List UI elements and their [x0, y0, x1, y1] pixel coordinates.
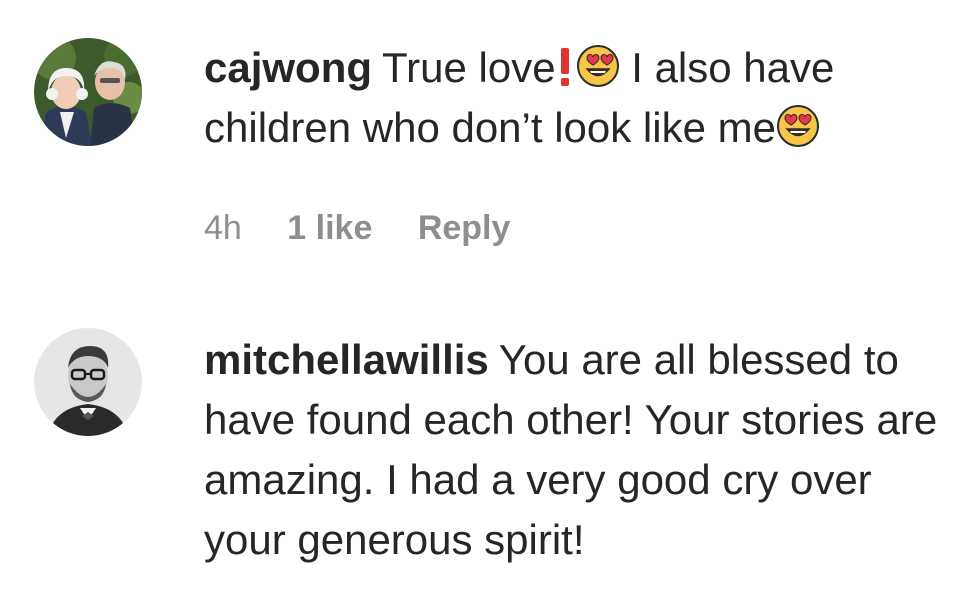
comment-likes[interactable]: 1 like [287, 209, 372, 247]
comment-username[interactable]: mitchellawillis [204, 336, 489, 383]
comment-username[interactable]: cajwong [204, 44, 372, 91]
comment-timestamp[interactable]: 4h [204, 209, 242, 247]
comment-text: mitchellawillis You are all blessed to ha… [204, 330, 954, 570]
avatar-photo-couple [34, 38, 142, 146]
heart-eyes-emoji-icon [576, 44, 620, 88]
exclamation-icon [556, 44, 574, 88]
comment-meta: 4h 1 like Reply [204, 204, 546, 252]
avatar-photo-man [34, 328, 142, 436]
comment-text-part-1: True love [382, 44, 556, 91]
reply-button[interactable]: Reply [418, 209, 511, 247]
avatar-mitchellawillis[interactable] [34, 328, 142, 436]
avatar-cajwong[interactable] [34, 38, 142, 146]
comment-text: cajwong True love I also have children wh… [204, 38, 954, 158]
heart-eyes-emoji-icon-2 [776, 104, 820, 148]
